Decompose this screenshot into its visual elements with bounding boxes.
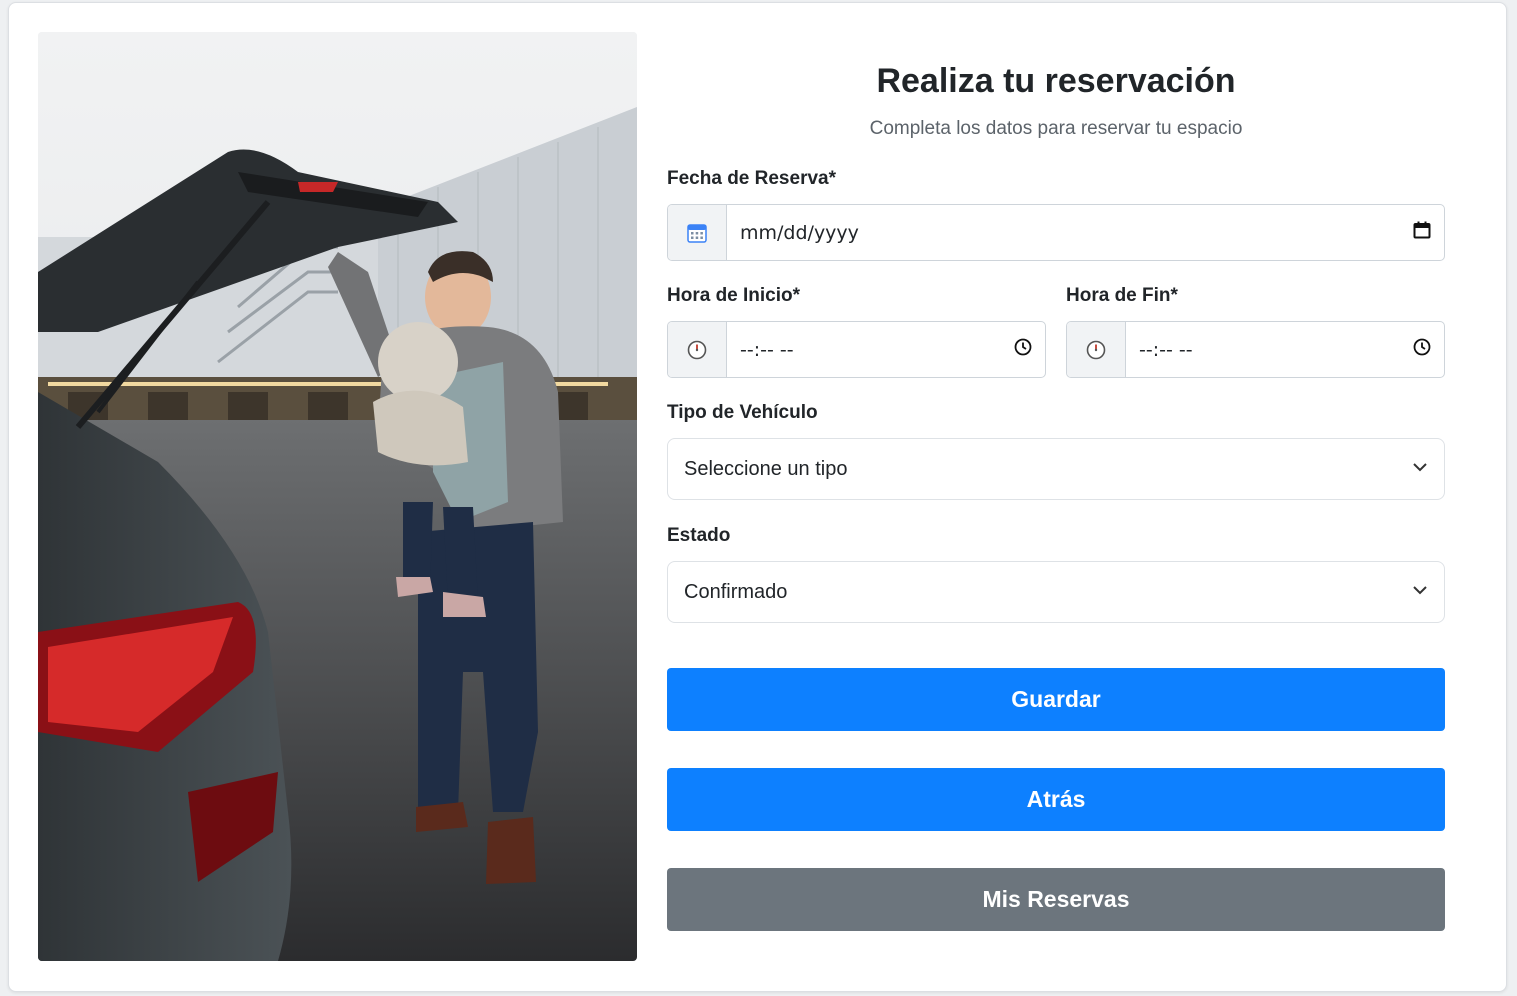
hora-inicio-input-group: --:-- --: [667, 321, 1046, 378]
tipo-vehiculo-select[interactable]: Seleccione un tipo: [667, 438, 1445, 500]
fecha-input-value: mm/dd/yyyy: [740, 221, 859, 244]
fecha-label: Fecha de Reserva*: [667, 168, 836, 189]
estado-selected: Confirmado: [684, 580, 788, 603]
hero-photo: [38, 32, 637, 961]
chevron-down-icon: [1412, 458, 1428, 481]
estado-label: Estado: [667, 525, 731, 546]
fecha-input[interactable]: mm/dd/yyyy: [727, 205, 1444, 260]
calendar-picker-icon[interactable]: [1413, 221, 1431, 245]
clock-picker-icon[interactable]: [1014, 338, 1032, 362]
hora-inicio-value: --:-- --: [740, 338, 794, 361]
clock-picker-icon[interactable]: [1413, 338, 1431, 362]
clock-icon: [668, 322, 727, 377]
mis-reservas-button[interactable]: Mis Reservas: [667, 868, 1445, 931]
clock-icon: [1067, 322, 1126, 377]
estado-select[interactable]: Confirmado: [667, 561, 1445, 623]
page-title: Realiza tu reservación: [876, 62, 1236, 100]
fecha-input-group: mm/dd/yyyy: [667, 204, 1445, 261]
guardar-button[interactable]: Guardar: [667, 668, 1445, 731]
chevron-down-icon: [1412, 581, 1428, 604]
hora-fin-value: --:-- --: [1139, 338, 1193, 361]
calendar-icon: [668, 205, 727, 260]
hora-fin-input[interactable]: --:-- --: [1126, 322, 1444, 377]
tipo-vehiculo-selected: Seleccione un tipo: [684, 457, 848, 480]
page-subtitle: Completa los datos para reservar tu espa…: [869, 118, 1243, 139]
atras-button[interactable]: Atrás: [667, 768, 1445, 831]
hora-inicio-label: Hora de Inicio*: [667, 285, 801, 306]
hora-inicio-input[interactable]: --:-- --: [727, 322, 1045, 377]
hora-fin-input-group: --:-- --: [1066, 321, 1445, 378]
tipo-vehiculo-label: Tipo de Vehículo: [667, 402, 818, 423]
hora-fin-label: Hora de Fin*: [1066, 285, 1178, 306]
